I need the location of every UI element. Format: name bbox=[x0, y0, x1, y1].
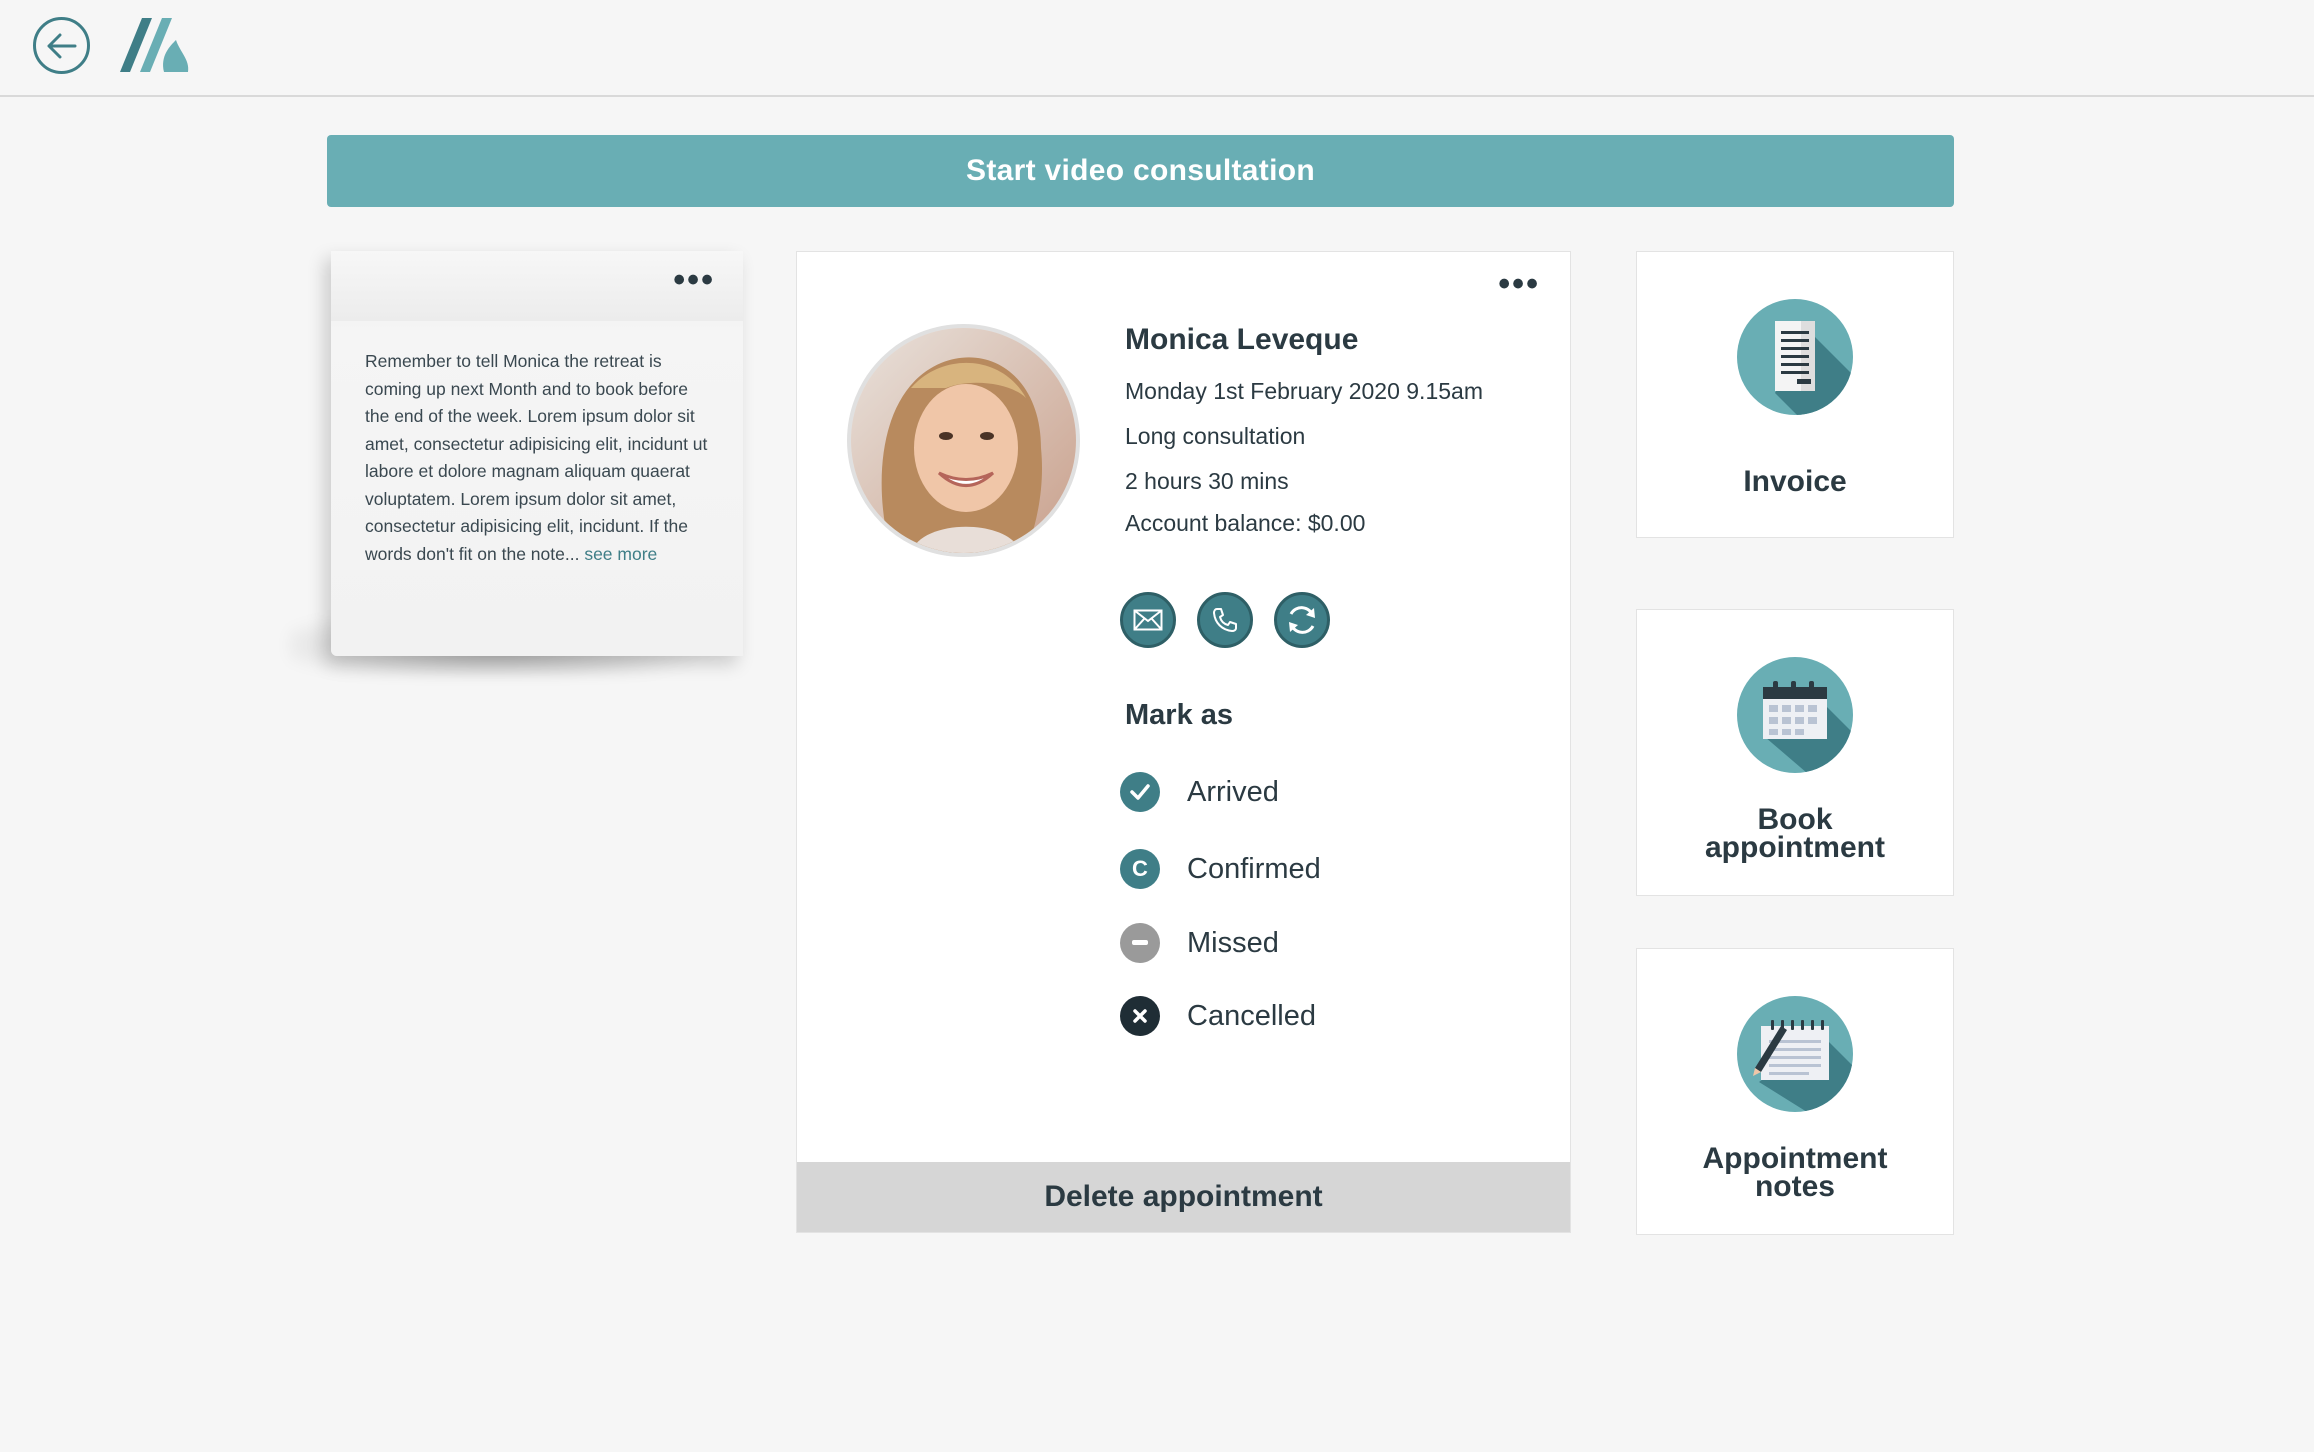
appointment-datetime: Monday 1st February 2020 9.15am bbox=[1125, 378, 1483, 404]
more-horizontal-icon[interactable]: ••• bbox=[673, 263, 715, 297]
status-label: Missed bbox=[1187, 926, 1279, 959]
more-horizontal-icon[interactable]: ••• bbox=[1498, 267, 1540, 301]
top-bar bbox=[0, 0, 2314, 97]
note-text: Remember to tell Monica the retreat is c… bbox=[365, 348, 717, 568]
mark-as-title: Mark as bbox=[1125, 699, 1234, 731]
patient-name: Monica Leveque bbox=[1125, 323, 1359, 356]
c-icon: C bbox=[1120, 849, 1160, 889]
see-more-link[interactable]: see more bbox=[584, 544, 657, 564]
status-missed[interactable]: Missed bbox=[1120, 922, 1279, 964]
brand-logo-icon bbox=[120, 18, 189, 72]
status-cancelled[interactable]: Cancelled bbox=[1120, 995, 1316, 1037]
note-body: Remember to tell Monica the retreat is c… bbox=[365, 351, 708, 564]
check-icon bbox=[1120, 772, 1160, 812]
phone-button[interactable] bbox=[1197, 592, 1253, 648]
appointment-notes-tile[interactable]: Appointment notes bbox=[1636, 948, 1954, 1235]
back-button[interactable] bbox=[33, 17, 90, 74]
account-balance: Account balance: $0.00 bbox=[1125, 510, 1366, 536]
delete-appointment-button[interactable]: Delete appointment bbox=[797, 1162, 1570, 1232]
email-icon bbox=[1133, 609, 1163, 631]
appointment-card: ••• Monica Leveque Monday 1st February 2… bbox=[796, 251, 1571, 1233]
tile-label-line2: appointment bbox=[1705, 831, 1885, 864]
tile-label-line1: Book bbox=[1757, 803, 1833, 836]
appointment-duration: 2 hours 30 mins bbox=[1125, 468, 1289, 494]
status-label: Confirmed bbox=[1187, 852, 1321, 885]
status-label: Arrived bbox=[1187, 775, 1279, 808]
calendar-icon bbox=[1737, 657, 1853, 773]
invoice-tile[interactable]: Invoice bbox=[1636, 251, 1954, 538]
status-confirmed[interactable]: C Confirmed bbox=[1120, 848, 1321, 890]
refresh-icon bbox=[1289, 606, 1315, 634]
reschedule-button[interactable] bbox=[1274, 592, 1330, 648]
invoice-icon bbox=[1737, 299, 1853, 415]
tile-label-line1: Appointment bbox=[1702, 1142, 1888, 1175]
delete-label: Delete appointment bbox=[1044, 1180, 1323, 1213]
start-video-consultation-button[interactable]: Start video consultation bbox=[327, 135, 1954, 207]
tile-label-line2: notes bbox=[1754, 1170, 1835, 1203]
phone-icon bbox=[1213, 608, 1237, 632]
start-video-label: Start video consultation bbox=[966, 154, 1315, 187]
avatar bbox=[847, 324, 1080, 557]
email-button[interactable] bbox=[1120, 592, 1176, 648]
arrow-left-icon bbox=[47, 33, 76, 58]
book-appointment-tile[interactable]: Book appointment bbox=[1636, 609, 1954, 896]
status-arrived[interactable]: Arrived bbox=[1120, 771, 1279, 813]
notepad-icon bbox=[1737, 996, 1853, 1112]
sticky-note: ••• Remember to tell Monica the retreat … bbox=[331, 251, 743, 656]
status-label: Cancelled bbox=[1187, 999, 1316, 1032]
minus-icon bbox=[1120, 923, 1160, 963]
patient-photo bbox=[851, 328, 1076, 553]
x-icon bbox=[1120, 996, 1160, 1036]
appointment-type: Long consultation bbox=[1125, 423, 1306, 449]
tile-label: Invoice bbox=[1743, 465, 1847, 498]
